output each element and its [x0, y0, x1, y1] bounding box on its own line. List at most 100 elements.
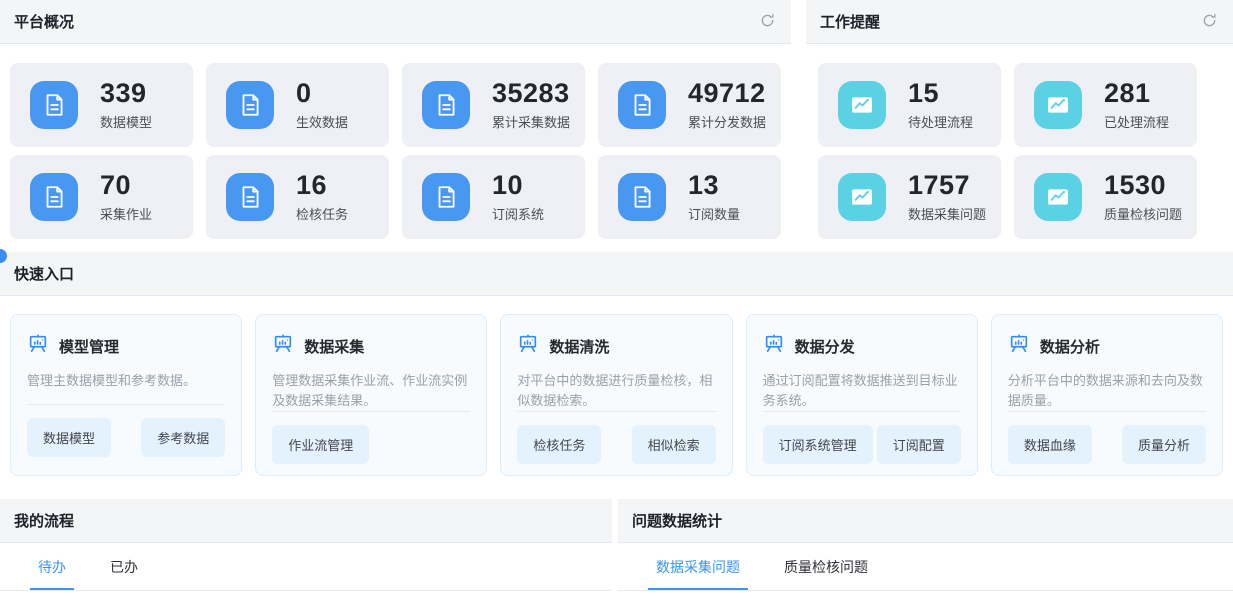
stat-text: 16 检核任务 — [296, 171, 348, 223]
stat-value: 10 — [492, 171, 544, 199]
my-process-tabs: 待办 已办 — [0, 543, 612, 591]
quick-card-actions: 数据血缘质量分析 — [1008, 425, 1206, 464]
stat-label: 待处理流程 — [908, 112, 973, 131]
refresh-button[interactable] — [758, 11, 777, 33]
quick-link-button[interactable]: 订阅配置 — [877, 425, 961, 464]
my-process-tab-content — [0, 591, 612, 601]
stat-text: 70 采集作业 — [100, 171, 152, 223]
panel-issue-stats: 问题数据统计 数据采集问题 质量检核问题 — [618, 499, 1233, 601]
quick-card-header: 数据清洗 — [517, 333, 715, 360]
stat-label: 生效数据 — [296, 112, 348, 131]
quick-link-button[interactable]: 参考数据 — [141, 418, 225, 457]
quick-link-button[interactable]: 数据血缘 — [1008, 425, 1092, 464]
divider — [1008, 411, 1206, 412]
panel-quick-entry: 快速入口 模型管理 管理主数据模型和参考数据。 数据模型参考数据 — [0, 252, 1233, 492]
divider — [517, 411, 715, 412]
stat-label: 检核任务 — [296, 204, 348, 223]
panel-my-process: 我的流程 待办 已办 — [0, 499, 612, 601]
quick-card-data-analysis: 数据分析 分析平台中的数据来源和去向及数据质量。 数据血缘质量分析 — [991, 314, 1223, 476]
stat-text: 1530 质量检核问题 — [1104, 171, 1182, 223]
quick-card-description: 通过订阅配置将数据推送到目标业务系统。 — [763, 371, 961, 411]
stat-card: 1530 质量检核问题 — [1014, 155, 1197, 239]
panel-title: 快速入口 — [14, 263, 74, 284]
issue-stats-tabs: 数据采集问题 质量检核问题 — [618, 543, 1233, 591]
panel-title: 平台概况 — [14, 11, 74, 32]
stat-value: 70 — [100, 171, 152, 199]
quick-link-button[interactable]: 作业流管理 — [272, 425, 369, 464]
divider — [27, 404, 225, 405]
quick-card-data-cleansing: 数据清洗 对平台中的数据进行质量检核，相似数据检索。 检核任务相似检索 — [500, 314, 732, 476]
stat-text: 1757 数据采集问题 — [908, 171, 986, 223]
panel-title: 我的流程 — [14, 510, 74, 531]
stat-text: 281 已处理流程 — [1104, 79, 1169, 131]
quick-link-button[interactable]: 相似检索 — [632, 425, 716, 464]
stat-label: 已处理流程 — [1104, 112, 1169, 131]
stat-text: 0 生效数据 — [296, 79, 348, 131]
quick-card-title: 数据清洗 — [549, 336, 609, 357]
stat-value: 281 — [1104, 79, 1169, 107]
stat-label: 订阅系统 — [492, 204, 544, 223]
quick-card-model-management: 模型管理 管理主数据模型和参考数据。 数据模型参考数据 — [10, 314, 242, 476]
document-icon — [30, 173, 78, 221]
presentation-board-icon — [272, 333, 294, 360]
stat-card: 10 订阅系统 — [402, 155, 585, 239]
top-row: 平台概况 339 — [0, 0, 1233, 245]
stat-label: 质量检核问题 — [1104, 204, 1182, 223]
stat-label: 采集作业 — [100, 204, 152, 223]
quick-card-actions: 数据模型参考数据 — [27, 418, 225, 457]
quick-link-button[interactable]: 检核任务 — [517, 425, 601, 464]
dashboard-page: 平台概况 339 — [0, 0, 1233, 601]
quick-card-data-distribution: 数据分发 通过订阅配置将数据推送到目标业务系统。 订阅系统管理订阅配置 — [746, 314, 978, 476]
document-icon — [618, 173, 666, 221]
presentation-board-icon — [1008, 333, 1030, 360]
stat-card: 16 检核任务 — [206, 155, 389, 239]
quick-card-title: 数据分析 — [1040, 336, 1100, 357]
quick-card-header: 数据分析 — [1008, 333, 1206, 360]
stat-label: 数据采集问题 — [908, 204, 986, 223]
presentation-board-icon — [27, 333, 49, 360]
quick-link-button[interactable]: 订阅系统管理 — [763, 425, 873, 464]
quick-link-button[interactable]: 质量分析 — [1122, 425, 1206, 464]
refresh-button[interactable] — [1200, 11, 1219, 33]
document-icon — [422, 81, 470, 129]
panel-work-reminders: 工作提醒 15 待处理流 — [806, 0, 1233, 245]
quick-card-description: 管理主数据模型和参考数据。 — [27, 371, 225, 404]
document-icon — [30, 81, 78, 129]
my-process-header: 我的流程 — [0, 499, 612, 543]
stat-label: 订阅数量 — [688, 204, 740, 223]
document-icon — [422, 173, 470, 221]
panel-platform-overview: 平台概况 339 — [0, 0, 791, 245]
quick-card-data-collection: 数据采集 管理数据采集作业流、作业流实例及数据采集结果。 作业流管理 — [255, 314, 487, 476]
quick-card-header: 模型管理 — [27, 333, 225, 360]
document-icon — [226, 81, 274, 129]
quick-entry-header: 快速入口 — [0, 252, 1233, 296]
stat-value: 13 — [688, 171, 740, 199]
trend-chart-icon — [1034, 81, 1082, 129]
stat-label: 数据模型 — [100, 112, 152, 131]
trend-chart-icon — [1034, 173, 1082, 221]
quick-card-actions: 订阅系统管理订阅配置 — [763, 425, 961, 464]
panel-title: 问题数据统计 — [632, 510, 722, 531]
stat-text: 10 订阅系统 — [492, 171, 544, 223]
stat-card: 15 待处理流程 — [818, 63, 1001, 147]
stat-card: 13 订阅数量 — [598, 155, 781, 239]
stat-value: 0 — [296, 79, 348, 107]
quick-card-description: 对平台中的数据进行质量检核，相似数据检索。 — [517, 371, 715, 411]
quick-card-description: 管理数据采集作业流、作业流实例及数据采集结果。 — [272, 371, 470, 411]
refresh-icon — [760, 13, 775, 31]
quick-link-button[interactable]: 数据模型 — [27, 418, 111, 457]
trend-chart-icon — [838, 81, 886, 129]
stat-value: 49712 — [688, 79, 766, 107]
stat-card: 49712 累计分发数据 — [598, 63, 781, 147]
stat-text: 13 订阅数量 — [688, 171, 740, 223]
stat-value: 16 — [296, 171, 348, 199]
quick-card-header: 数据采集 — [272, 333, 470, 360]
presentation-board-icon — [517, 333, 539, 360]
stat-text: 49712 累计分发数据 — [688, 79, 766, 131]
divider — [272, 411, 470, 412]
stat-text: 339 数据模型 — [100, 79, 152, 131]
reminder-stats-grid: 15 待处理流程 281 已处理流程 1757 — [806, 44, 1233, 245]
refresh-icon — [1202, 13, 1217, 31]
quick-card-header: 数据分发 — [763, 333, 961, 360]
issue-stats-tab-content — [618, 591, 1233, 601]
